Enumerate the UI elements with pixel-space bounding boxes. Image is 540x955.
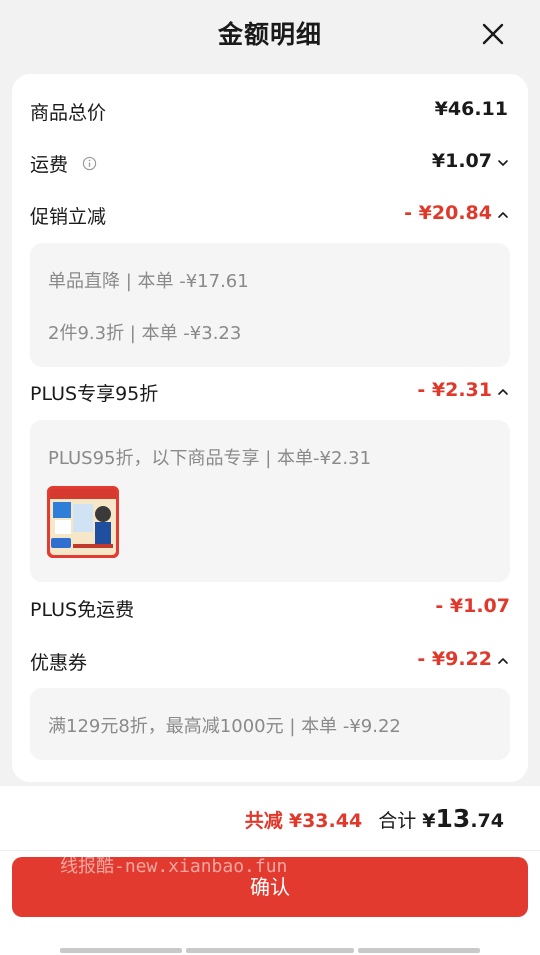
close-icon[interactable] bbox=[475, 16, 511, 52]
shipping-amount: ¥1.07 bbox=[431, 150, 492, 172]
chevron-up-icon[interactable] bbox=[496, 654, 510, 668]
promo-detail-line: 单品直降 | 本单 -¥17.61 bbox=[48, 271, 249, 292]
promo-label: 促销立减 bbox=[30, 206, 107, 228]
home-indicator bbox=[60, 948, 182, 953]
coupon-row[interactable]: 优惠券 - ¥9.22 bbox=[30, 644, 510, 680]
plus-discount-label: PLUS专享95折 bbox=[30, 383, 159, 405]
plus-free-shipping-amount: - ¥1.07 bbox=[435, 595, 510, 617]
divider bbox=[0, 850, 540, 851]
plus-free-shipping-label: PLUS免运费 bbox=[30, 599, 135, 621]
chevron-up-icon[interactable] bbox=[496, 208, 510, 222]
plus-discount-row[interactable]: PLUS专享95折 - ¥2.31 bbox=[30, 375, 510, 411]
goods-total-label: 商品总价 bbox=[30, 102, 107, 124]
promo-row[interactable]: 促销立减 - ¥20.84 bbox=[30, 198, 510, 234]
goods-total-row: 商品总价 ¥46.11 bbox=[30, 94, 510, 130]
total-label: 合计 bbox=[378, 810, 417, 832]
promo-amount: - ¥20.84 bbox=[404, 202, 492, 224]
plus-discount-detail-line: PLUS95折，以下商品专享 | 本单-¥2.31 bbox=[48, 448, 372, 469]
chevron-down-icon[interactable] bbox=[496, 156, 510, 170]
total-currency: ¥ bbox=[422, 810, 436, 832]
shipping-label-wrap: 运费 bbox=[30, 150, 97, 177]
page-title: 金额明细 bbox=[217, 20, 322, 49]
detail-card: 商品总价 ¥46.11 运费 ¥1.07 促销立减 - ¥20.84 单品直降 … bbox=[12, 74, 528, 782]
header: 金额明细 bbox=[0, 0, 540, 72]
coupon-detail-box: 满129元8折，最高减1000元 | 本单 -¥9.22 bbox=[30, 688, 510, 760]
shipping-label: 运费 bbox=[30, 154, 69, 176]
goods-total-amount: ¥46.11 bbox=[434, 98, 508, 120]
home-indicator bbox=[186, 948, 354, 953]
plus-discount-detail-box: PLUS95折，以下商品专享 | 本单-¥2.31 bbox=[30, 420, 510, 582]
plus-free-shipping-row: PLUS免运费 - ¥1.07 bbox=[30, 591, 510, 627]
home-indicator bbox=[358, 948, 480, 953]
total-decimal: .74 bbox=[470, 810, 504, 832]
amount-detail-sheet: 金额明细 商品总价 ¥46.11 运费 ¥1.07 促销立减 - ¥20.84 … bbox=[0, 0, 540, 955]
saved-value: ¥33.44 bbox=[288, 810, 363, 832]
promo-detail-line: 2件9.3折 | 本单 -¥3.23 bbox=[48, 323, 242, 344]
info-icon[interactable] bbox=[82, 156, 97, 171]
total-integer: 13 bbox=[435, 804, 471, 833]
coupon-amount: - ¥9.22 bbox=[417, 648, 492, 670]
product-thumbnail[interactable] bbox=[47, 486, 119, 558]
chevron-up-icon[interactable] bbox=[496, 385, 510, 399]
plus-discount-amount: - ¥2.31 bbox=[417, 379, 492, 401]
confirm-button[interactable]: 确认 bbox=[12, 857, 528, 917]
coupon-detail-line: 满129元8折，最高减1000元 | 本单 -¥9.22 bbox=[48, 716, 401, 737]
promo-detail-box: 单品直降 | 本单 -¥17.61 2件9.3折 | 本单 -¥3.23 bbox=[30, 243, 510, 367]
saved-label: 共减 bbox=[244, 810, 283, 832]
shipping-row[interactable]: 运费 ¥1.07 bbox=[30, 146, 510, 182]
footer-bar: 共减 ¥33.44 合计 ¥13.74 确认 线报酷-new.xianbao.f… bbox=[0, 786, 540, 955]
coupon-label: 优惠券 bbox=[30, 652, 88, 674]
price-summary: 共减 ¥33.44 合计 ¥13.74 bbox=[245, 804, 504, 833]
